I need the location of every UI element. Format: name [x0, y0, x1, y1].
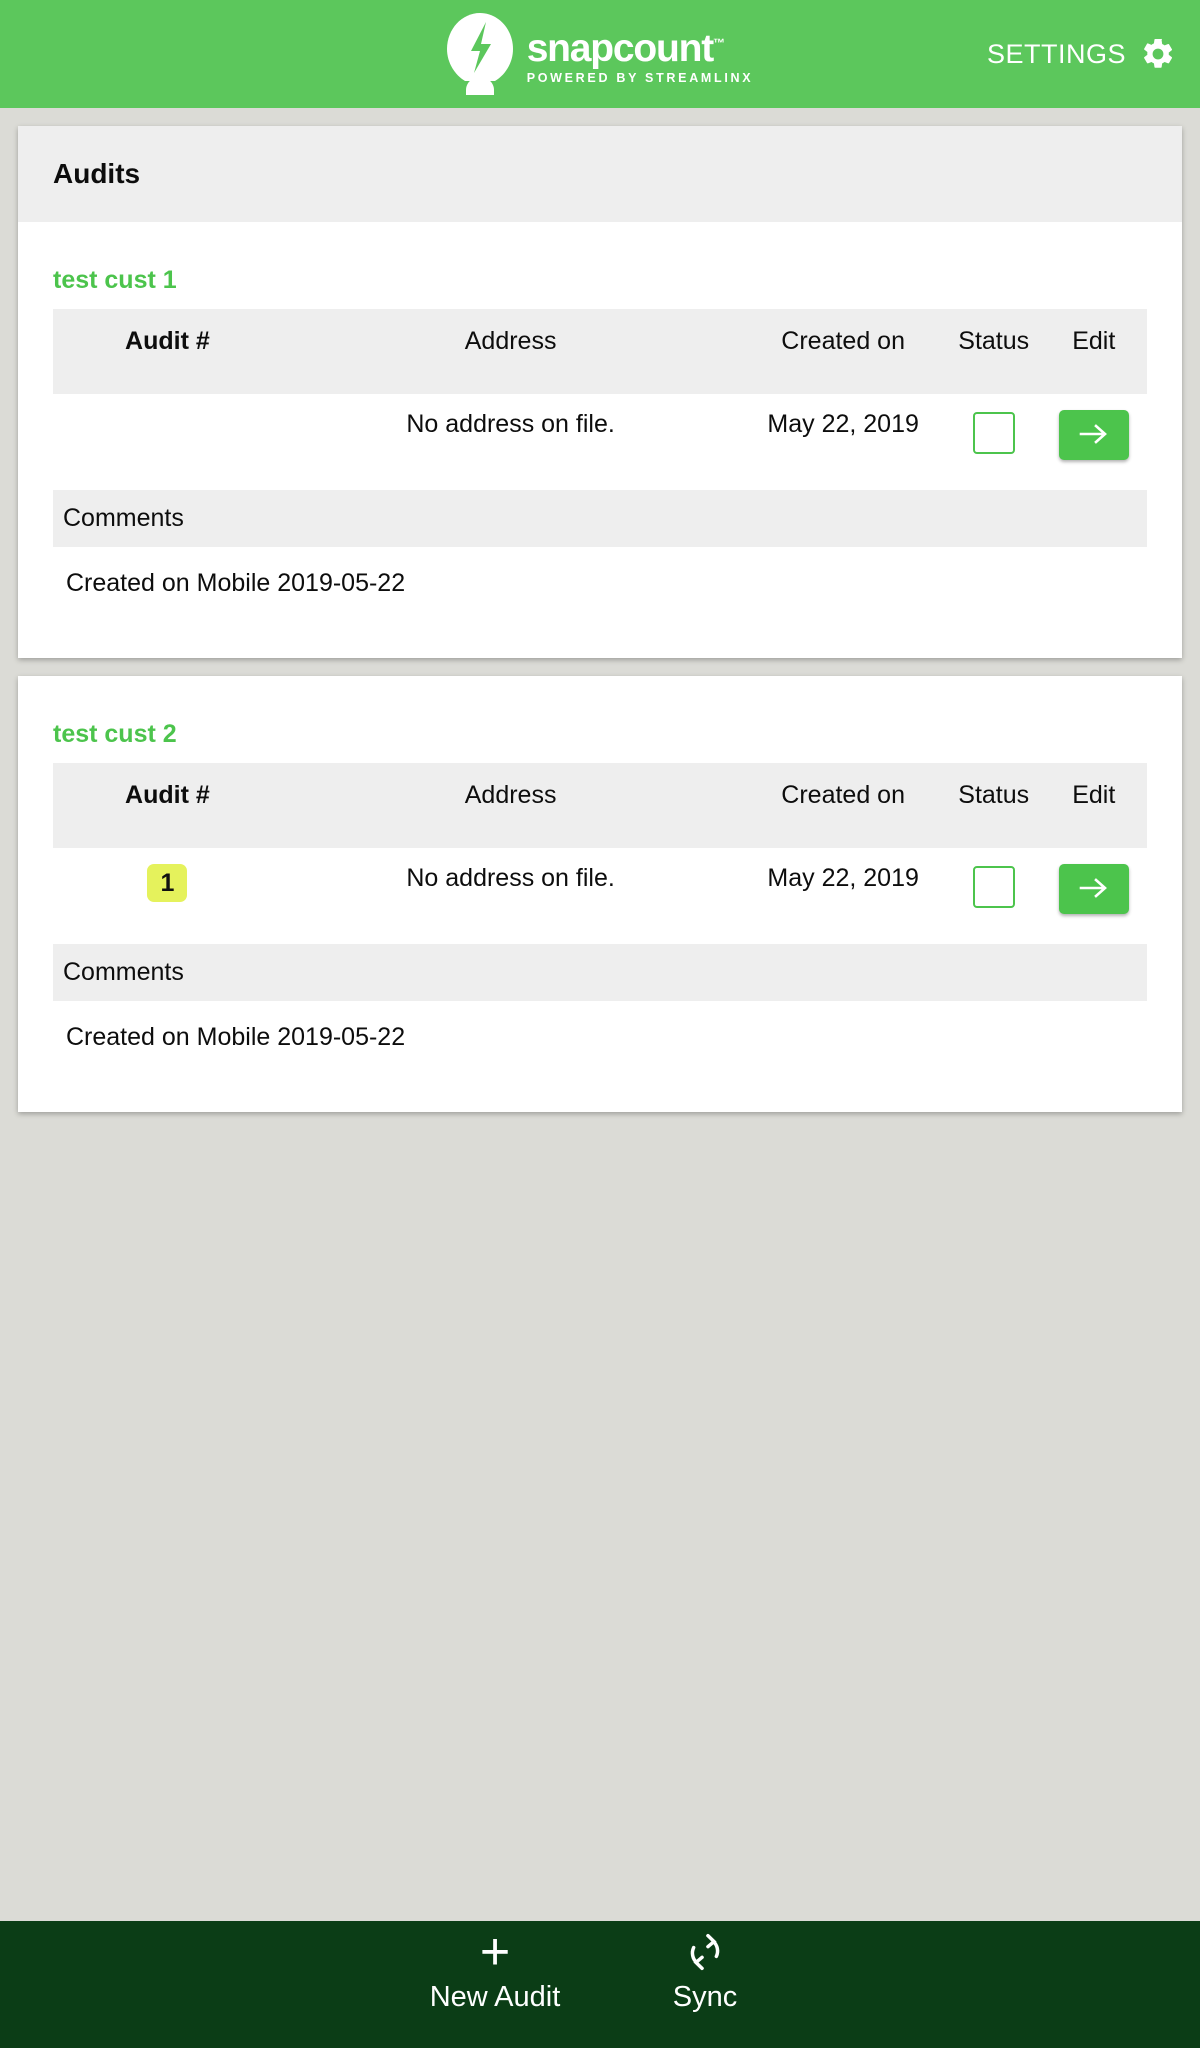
audits-card: test cust 2 Audit # Address Created on S… [18, 676, 1182, 1112]
column-header-address: Address [464, 781, 557, 809]
cell-created-on: May 22, 2019 [739, 394, 947, 482]
table-head: Audit # Address Created on Status Edit [53, 763, 1147, 848]
table-header-row: Audit # Address Created on Status Edit [53, 309, 1147, 394]
comment-text: Created on Mobile 2019-05-22 [66, 569, 406, 597]
sync-label: Sync [672, 1981, 738, 2013]
comments-header: Comments [53, 490, 1147, 547]
sync-icon [683, 1929, 727, 1975]
settings-button[interactable]: SETTINGS [987, 36, 1176, 72]
column-header-created-on: Created on [781, 327, 905, 355]
cell-edit [1040, 848, 1147, 936]
audit-table: Audit # Address Created on Status Edit 1 [53, 763, 1147, 936]
brand-name: snapcount [526, 26, 715, 70]
card-body: test cust 2 Audit # Address Created on S… [18, 676, 1182, 1112]
arrow-right-icon [1079, 876, 1109, 903]
column-header-status: Status [958, 327, 1030, 355]
brand-tagline: POWERED BY STREAMLINX [526, 70, 754, 85]
column-header-audit-number: Audit # [125, 781, 210, 809]
settings-label: SETTINGS [986, 38, 1126, 69]
cell-audit-number [53, 394, 282, 482]
card-spacer [18, 606, 1182, 644]
table-body: 1 No address on file. May 22, 2019 [53, 848, 1147, 936]
card-spacer [18, 1060, 1182, 1098]
arrow-right-icon [1079, 422, 1109, 449]
table-header-row: Audit # Address Created on Status Edit [53, 763, 1147, 848]
column-header-status: Status [958, 781, 1030, 809]
page-title: Audits [53, 158, 141, 189]
content-area: Audits test cust 1 Audit # Address Creat… [0, 108, 1200, 1112]
cell-edit [1040, 394, 1147, 482]
column-header-address: Address [464, 327, 557, 355]
sync-button[interactable]: Sync [630, 1929, 780, 2016]
column-header-edit: Edit [1072, 327, 1116, 355]
audit-table: Audit # Address Created on Status Edit N… [53, 309, 1147, 482]
table-row: 1 No address on file. May 22, 2019 [53, 848, 1147, 936]
customer-name[interactable]: test cust 1 [18, 222, 1182, 309]
cell-address: No address on file. [281, 394, 740, 482]
edit-audit-button[interactable] [1058, 410, 1129, 460]
brand-trademark: ™ [713, 35, 726, 50]
column-header-audit-number: Audit # [125, 327, 210, 355]
column-header-created-on: Created on [781, 781, 905, 809]
status-checkbox[interactable] [972, 866, 1015, 908]
audit-number-badge: 1 [147, 864, 188, 902]
new-audit-button[interactable]: + New Audit [420, 1923, 570, 2016]
edit-audit-button[interactable] [1058, 864, 1129, 914]
cell-audit-number: 1 [53, 848, 282, 936]
cell-status [946, 848, 1041, 936]
snapcount-bolt-logo-icon [446, 13, 513, 95]
brand-wordmark: snapcount™ POWERED BY STREAMLINX [527, 23, 754, 86]
gear-icon[interactable] [1140, 36, 1176, 72]
bottom-nav-bar: + New Audit Sync [0, 1921, 1200, 2048]
comments-header: Comments [53, 944, 1147, 1001]
app-root: snapcount™ POWERED BY STREAMLINX SETTING… [0, 0, 1200, 2048]
brand-logo[interactable]: snapcount™ POWERED BY STREAMLINX [446, 13, 754, 95]
status-checkbox[interactable] [972, 412, 1015, 454]
new-audit-label: New Audit [429, 1981, 561, 2013]
card-body: test cust 1 Audit # Address Created on S… [18, 222, 1182, 658]
column-header-edit: Edit [1072, 781, 1116, 809]
cell-created-on: May 22, 2019 [739, 848, 947, 936]
page-title-bar: Audits [18, 126, 1182, 222]
table-head: Audit # Address Created on Status Edit [53, 309, 1147, 394]
table-row: No address on file. May 22, 2019 [53, 394, 1147, 482]
top-app-bar: snapcount™ POWERED BY STREAMLINX SETTING… [0, 0, 1200, 108]
table-body: No address on file. May 22, 2019 [53, 394, 1147, 482]
customer-name[interactable]: test cust 2 [18, 676, 1182, 763]
cell-address: No address on file. [281, 848, 740, 936]
cell-status [946, 394, 1041, 482]
plus-icon: + [479, 1923, 511, 1981]
comment-text: Created on Mobile 2019-05-22 [66, 1023, 406, 1051]
audits-card: Audits test cust 1 Audit # Address Creat… [18, 126, 1182, 658]
